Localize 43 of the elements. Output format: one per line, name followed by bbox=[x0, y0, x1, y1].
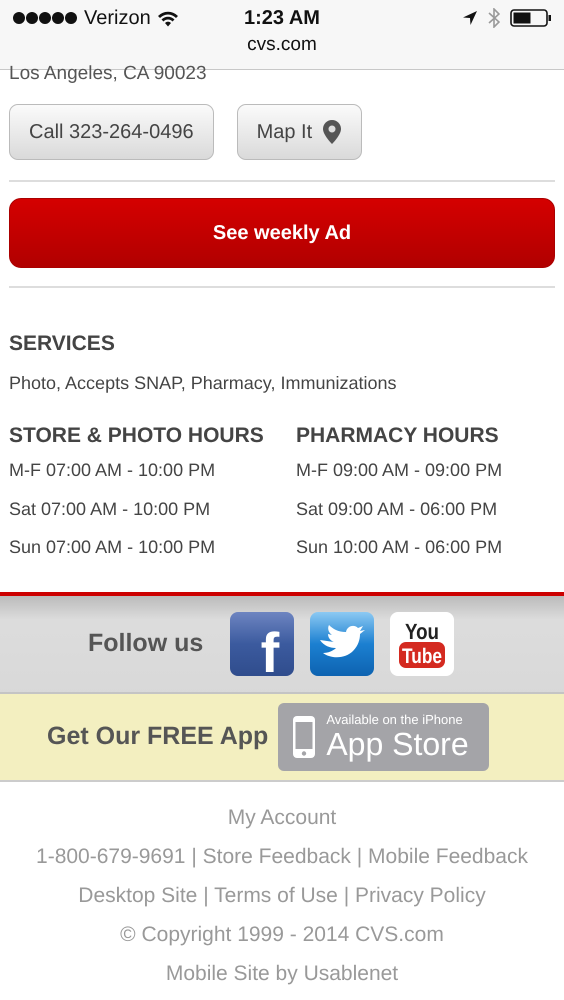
carrier-name: Verizon bbox=[84, 6, 151, 30]
separator: | bbox=[356, 844, 362, 868]
map-button[interactable]: Map It bbox=[236, 104, 362, 160]
hours-heading: PHARMACY HOURS bbox=[296, 424, 500, 448]
hours-heading: STORE & PHOTO HOURS bbox=[9, 424, 265, 448]
facebook-icon[interactable]: f bbox=[230, 612, 294, 676]
weekly-ad-button[interactable]: See weekly Ad bbox=[9, 198, 555, 268]
footer-link[interactable]: Privacy Policy bbox=[355, 884, 486, 906]
services-text: Photo, Accepts SNAP, Pharmacy, Immunizations bbox=[9, 373, 398, 394]
call-button[interactable]: Call 323-264-0496 bbox=[9, 104, 214, 160]
hours-text: Sun 10:00 AM - 06:00 PM bbox=[296, 537, 502, 557]
footer-link[interactable]: Terms of Use bbox=[214, 884, 338, 906]
section-heading: SERVICES bbox=[9, 332, 116, 356]
footer-text: © Copyright 1999 - 2014 CVS.com bbox=[120, 922, 444, 946]
hours-text: M-F 09:00 AM - 09:00 PM bbox=[296, 460, 502, 480]
app-store-badge[interactable]: Available on the iPhone App Store bbox=[278, 702, 490, 770]
store-address: Los Angeles, CA 90023 bbox=[9, 64, 208, 86]
clock-time: 1:23 AM bbox=[244, 6, 320, 28]
follow-label: Follow us bbox=[88, 629, 204, 658]
hours-text: M-F 07:00 AM - 10:00 PM bbox=[9, 460, 216, 480]
phone-icon bbox=[292, 714, 316, 758]
footer-link[interactable]: My Account bbox=[228, 806, 336, 828]
separator: | bbox=[191, 844, 197, 868]
app-promo-label: Get Our FREE App bbox=[47, 722, 268, 751]
battery-icon bbox=[510, 8, 552, 28]
footer-link[interactable]: Mobile Feedback bbox=[368, 844, 528, 868]
youtube-icon[interactable]: You Tube bbox=[390, 612, 454, 676]
wifi-icon bbox=[156, 10, 179, 26]
footer-text: Mobile Site by Usablenet bbox=[166, 962, 398, 984]
location-arrow-icon bbox=[462, 10, 478, 26]
separator: | bbox=[344, 884, 350, 906]
hours-text: Sun 07:00 AM - 10:00 PM bbox=[9, 537, 216, 557]
footer-link[interactable]: Store Feedback bbox=[202, 844, 351, 868]
hours-text: Sat 07:00 AM - 10:00 PM bbox=[9, 498, 210, 518]
bird-icon[interactable] bbox=[310, 612, 374, 676]
map-pin-icon bbox=[322, 119, 342, 145]
footer-link[interactable]: 1-800-679-9691 bbox=[36, 844, 186, 868]
footer-link[interactable]: Desktop Site bbox=[78, 884, 198, 906]
separator: | bbox=[203, 884, 209, 906]
url-text[interactable]: cvs.com bbox=[247, 34, 317, 55]
signal-icon bbox=[12, 11, 78, 25]
hours-text: Sat 09:00 AM - 06:00 PM bbox=[296, 498, 498, 518]
bluetooth-icon bbox=[488, 8, 500, 28]
